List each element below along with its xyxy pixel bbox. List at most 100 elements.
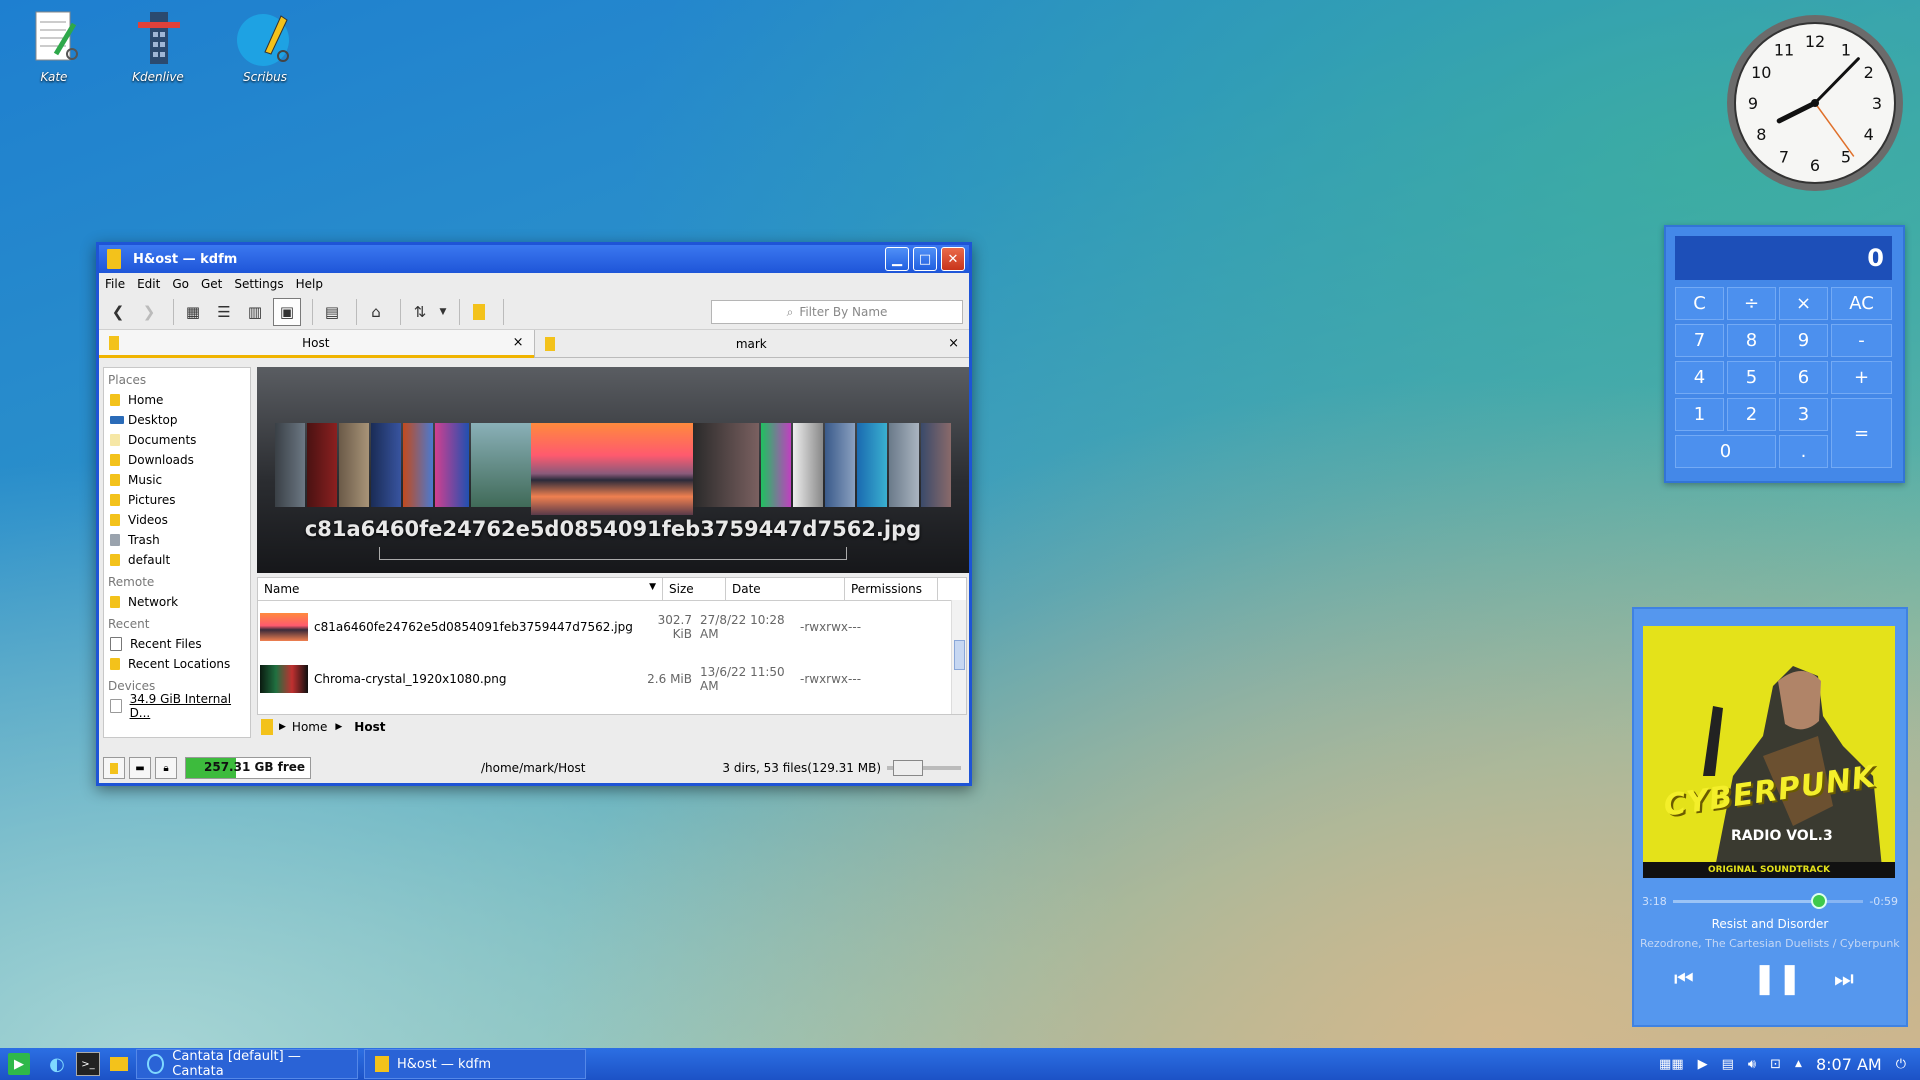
next-track-icon[interactable]: ⏭︎ <box>1834 967 1854 992</box>
list-scrollbar[interactable] <box>951 600 966 714</box>
title-bar[interactable]: H&ost — kdfm ▁ □ ✕ <box>99 245 969 273</box>
place-recent-files[interactable]: Recent Files <box>104 634 250 654</box>
menu-settings[interactable]: Settings <box>234 277 283 291</box>
calc-key-4[interactable]: 4 <box>1675 361 1724 394</box>
chevron-down-icon[interactable]: ▼ <box>438 299 448 325</box>
cover-thumb[interactable] <box>857 423 887 507</box>
cover-thumb[interactable] <box>825 423 855 507</box>
previous-track-icon[interactable]: ⏮︎ <box>1674 967 1694 992</box>
coverflow-view[interactable]: c81a6460fe24762e5d0854091feb3759447d7562… <box>257 367 969 573</box>
sort-icon[interactable]: ⇅ <box>407 299 433 325</box>
menu-get[interactable]: Get <box>201 277 222 291</box>
preview-panel-icon[interactable]: ▤ <box>319 299 345 325</box>
column-name[interactable]: Name ▼ <box>258 578 663 600</box>
cover-thumb[interactable] <box>275 423 305 507</box>
calc-key-clear[interactable]: C <box>1675 287 1724 320</box>
column-date[interactable]: Date <box>726 578 845 600</box>
calc-key-6[interactable]: 6 <box>1779 361 1828 394</box>
place-downloads[interactable]: Downloads <box>104 450 250 470</box>
menu-file[interactable]: File <box>105 277 125 291</box>
calc-key-equals[interactable]: = <box>1831 398 1892 468</box>
close-tab-icon[interactable]: × <box>948 336 959 351</box>
filter-input[interactable]: ⌕ Filter By Name <box>711 300 963 324</box>
calc-key-3[interactable]: 3 <box>1779 398 1828 431</box>
zoom-slider-handle[interactable] <box>893 760 923 776</box>
place-trash[interactable]: Trash <box>104 530 250 550</box>
table-row[interactable]: Chroma-crystal_1920x1080.png 2.6 MiB 13/… <box>258 653 966 705</box>
scrollbar-thumb[interactable] <box>954 640 965 670</box>
cover-thumb[interactable] <box>921 423 951 507</box>
browser-icon[interactable]: ◐ <box>46 1053 68 1075</box>
place-documents[interactable]: Documents <box>104 430 250 450</box>
cover-thumb[interactable] <box>693 423 759 507</box>
column-view-icon[interactable]: ▥ <box>242 299 268 325</box>
coverflow-view-icon[interactable]: ▣ <box>273 298 301 326</box>
cover-thumb[interactable] <box>371 423 401 507</box>
lock-icon[interactable]: 🔒︎ <box>155 757 177 779</box>
cover-thumb[interactable] <box>435 423 469 507</box>
calc-key-minus[interactable]: - <box>1831 324 1892 357</box>
close-button[interactable]: ✕ <box>941 247 965 271</box>
network-icon[interactable]: ⊡ <box>1770 1057 1781 1072</box>
media-play-icon[interactable]: ▶ <box>1698 1057 1708 1072</box>
seek-handle[interactable] <box>1811 892 1828 909</box>
cover-thumb[interactable] <box>403 423 433 507</box>
calc-key-1[interactable]: 1 <box>1675 398 1724 431</box>
clipboard-icon[interactable]: ▤ <box>1722 1057 1734 1072</box>
place-home[interactable]: Home <box>104 390 250 410</box>
forward-icon[interactable]: ❯ <box>136 299 162 325</box>
column-permissions[interactable]: Permissions <box>845 578 938 600</box>
calc-key-0[interactable]: 0 <box>1675 435 1776 468</box>
calc-key-2[interactable]: 2 <box>1727 398 1776 431</box>
breadcrumb-home[interactable]: Home <box>292 720 327 734</box>
power-icon[interactable]: ⏻ <box>1896 1057 1906 1072</box>
terminal-icon[interactable]: ▬ <box>129 757 151 779</box>
chevron-up-icon[interactable]: ▲ <box>1795 1059 1802 1069</box>
cover-thumb[interactable] <box>339 423 369 507</box>
calc-key-5[interactable]: 5 <box>1727 361 1776 394</box>
desktop-switcher-icon[interactable]: ▦▦ <box>1659 1057 1684 1072</box>
place-videos[interactable]: Videos <box>104 510 250 530</box>
place-network[interactable]: Network <box>104 592 250 612</box>
cover-thumb[interactable] <box>761 423 791 507</box>
calc-key-9[interactable]: 9 <box>1779 324 1828 357</box>
tab-mark[interactable]: mark × <box>533 330 969 358</box>
icon-view-icon[interactable]: ▦ <box>180 299 206 325</box>
folder-icon[interactable] <box>466 299 492 325</box>
zoom-slider[interactable] <box>887 760 961 776</box>
start-menu-icon[interactable]: ▶ <box>8 1053 30 1075</box>
place-recent-locations[interactable]: Recent Locations <box>104 654 250 674</box>
calc-key-divide[interactable]: ÷ <box>1727 287 1776 320</box>
desktop-icon-kdenlive[interactable]: Kdenlive <box>118 8 198 84</box>
tab-host[interactable]: Host × <box>99 330 534 358</box>
detail-view-icon[interactable]: ☰ <box>211 299 237 325</box>
place-music[interactable]: Music <box>104 470 250 490</box>
desktop-icon-kate[interactable]: Kate <box>14 8 94 84</box>
current-cover[interactable] <box>531 423 693 515</box>
column-size[interactable]: Size <box>663 578 726 600</box>
folder-icon[interactable] <box>103 757 125 779</box>
calc-key-7[interactable]: 7 <box>1675 324 1724 357</box>
calc-key-multiply[interactable]: × <box>1779 287 1828 320</box>
desktop-icon-scribus[interactable]: Scribus <box>225 8 305 84</box>
cover-thumb[interactable] <box>471 423 537 507</box>
cover-thumb[interactable] <box>793 423 823 507</box>
coverflow-scrollbar[interactable] <box>379 547 847 560</box>
cover-thumb[interactable] <box>889 423 919 507</box>
place-desktop[interactable]: Desktop <box>104 410 250 430</box>
maximize-button[interactable]: □ <box>913 247 937 271</box>
place-default[interactable]: default <box>104 550 250 570</box>
close-tab-icon[interactable]: × <box>513 335 524 350</box>
file-manager-icon[interactable] <box>108 1053 130 1075</box>
minimize-button[interactable]: ▁ <box>885 247 909 271</box>
calc-key-plus[interactable]: + <box>1831 361 1892 394</box>
place-pictures[interactable]: Pictures <box>104 490 250 510</box>
home-icon[interactable]: ⌂ <box>363 299 389 325</box>
task-kdfm[interactable]: H&ost — kdfm <box>364 1049 586 1079</box>
calc-key-8[interactable]: 8 <box>1727 324 1776 357</box>
volume-icon[interactable]: 🔊︎ <box>1748 1057 1756 1072</box>
menu-help[interactable]: Help <box>296 277 323 291</box>
calc-key-decimal[interactable]: . <box>1779 435 1828 468</box>
terminal-icon[interactable]: >_ <box>76 1052 100 1076</box>
calc-key-all-clear[interactable]: AC <box>1831 287 1892 320</box>
